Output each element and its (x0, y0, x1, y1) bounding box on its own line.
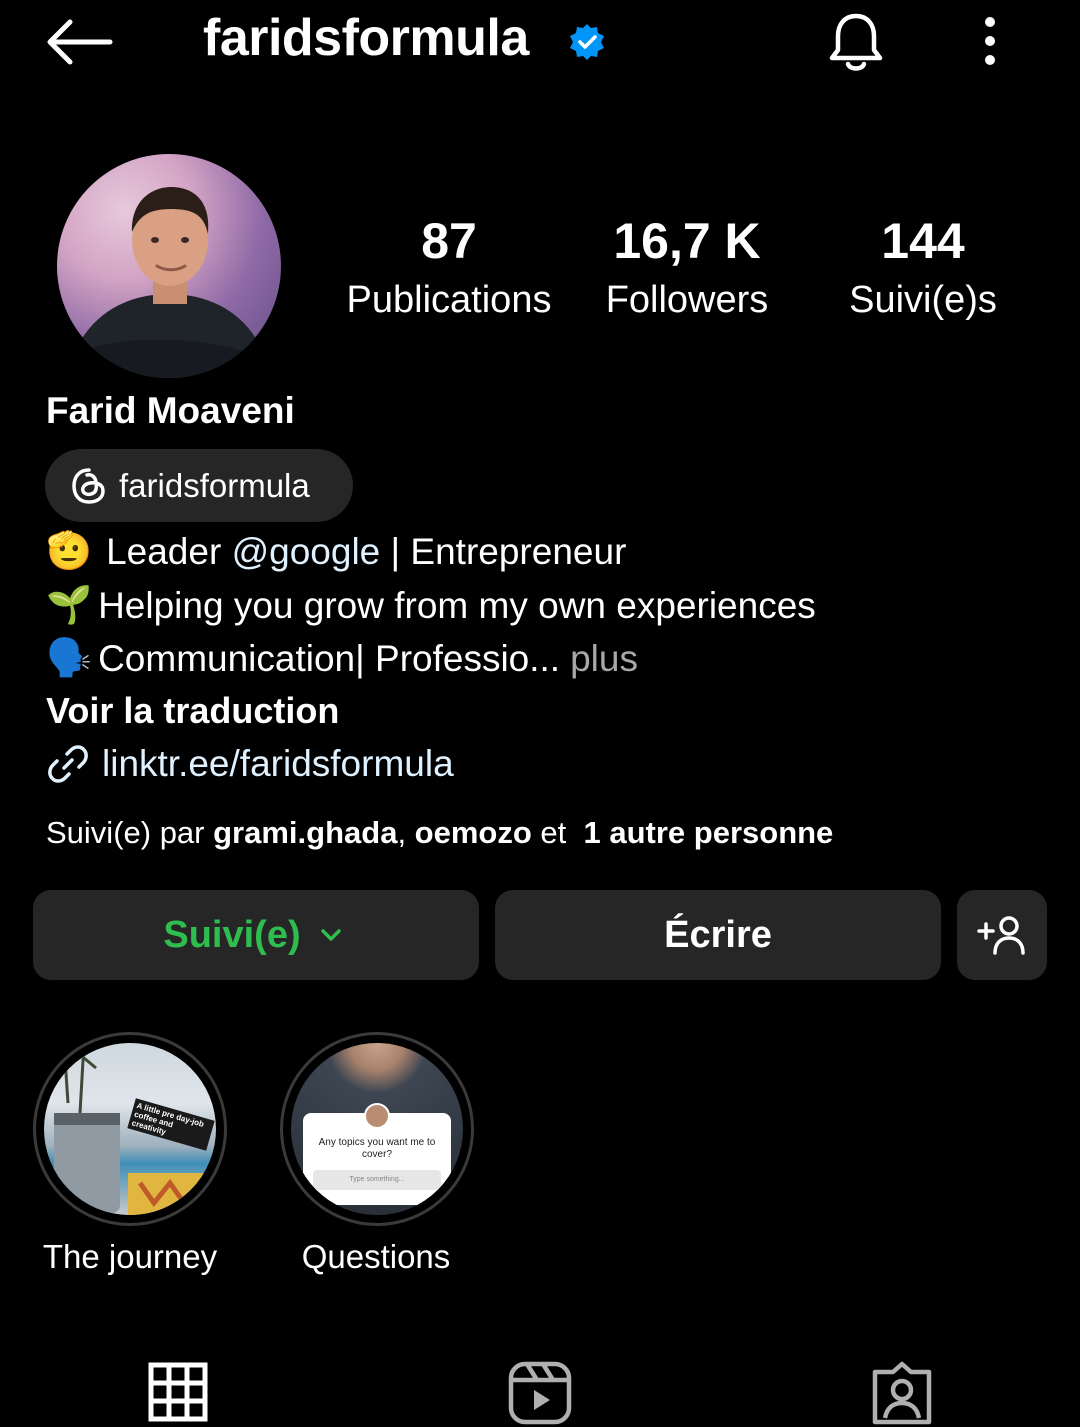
question-sticker-text: Any topics you want me to cover? (318, 1137, 436, 1160)
bell-icon (829, 13, 883, 71)
following-button-label: Suivi(e) (163, 913, 301, 956)
stat-following[interactable]: 144 Suivi(e)s (803, 212, 1043, 322)
bio-line-2: 🌱 Helping you grow from my own experienc… (46, 584, 816, 627)
following-label: Suivi(e)s (849, 279, 997, 321)
highlight-label-the-journey: The journey (42, 1238, 218, 1275)
profile-link-text: linktr.ee/faridsformula (102, 743, 454, 784)
posts-count: 87 (421, 213, 477, 269)
highlight-label-questions: Questions (301, 1238, 451, 1275)
tab-reels[interactable] (507, 1360, 573, 1426)
threads-badge[interactable]: faridsformula (45, 449, 353, 522)
bio-line-3: 🗣️ Communication| Professio... plus (46, 637, 638, 680)
suggested-users-button[interactable] (957, 890, 1047, 980)
profile-link[interactable]: linktr.ee/faridsformula (46, 742, 454, 786)
stat-followers[interactable]: 16,7 K Followers (567, 212, 807, 322)
link-icon (48, 745, 88, 783)
tab-tagged[interactable] (869, 1360, 935, 1426)
reels-icon (508, 1361, 572, 1425)
bio-mention-link[interactable]: @google (232, 531, 381, 573)
chevron-down-icon (320, 929, 341, 941)
bio-line-1-text-b: | Entrepreneur (380, 530, 627, 572)
stat-posts[interactable]: 87 Publications (329, 212, 569, 322)
following-button[interactable]: Suivi(e) (33, 890, 479, 980)
more-options-button[interactable] (970, 12, 1010, 72)
profile-username: faridsformula (203, 9, 529, 67)
seedling-emoji: 🌱 (46, 584, 93, 625)
bio-line-1-text-a: Leader (106, 530, 232, 572)
notifications-button[interactable] (822, 8, 890, 76)
bio-line-2-text: Helping you grow from my own experiences (98, 584, 816, 626)
followed-by-sep: , (397, 815, 415, 850)
bio-line-3-text: Communication| Professio... (98, 637, 561, 679)
following-count: 144 (881, 213, 965, 269)
question-sticker-input: Type something... (313, 1170, 441, 1190)
add-user-icon (977, 916, 1025, 955)
bio-line-1: 🫡 Leader @google | Entrepreneur (46, 530, 626, 573)
mutual-others: 1 autre personne (583, 815, 834, 850)
back-button[interactable] (40, 12, 120, 72)
saluting-face-emoji: 🫡 (46, 530, 93, 571)
back-arrow-icon (47, 19, 113, 65)
followed-by-prefix: Suivi(e) par (46, 815, 214, 850)
grid-icon (148, 1362, 208, 1422)
tagged-user-icon (872, 1361, 932, 1425)
highlight-questions[interactable]: Any topics you want me to cover? Type so… (280, 1032, 474, 1226)
verified-badge-icon (567, 22, 607, 62)
threads-handle: faridsformula (119, 466, 310, 504)
speaking-head-emoji: 🗣️ (46, 637, 93, 678)
posts-label: Publications (346, 279, 552, 321)
message-button[interactable]: Écrire (495, 890, 941, 980)
highlight-the-journey[interactable]: A little pre day-job coffee and creativi… (33, 1032, 227, 1226)
mutual-follower-1: grami.ghada (213, 815, 398, 850)
followed-by-and: et (531, 815, 584, 850)
mutual-follower-2: oemozo (414, 815, 532, 850)
profile-avatar[interactable] (57, 154, 281, 378)
display-name: Farid Moaveni (46, 390, 295, 431)
followers-label: Followers (605, 279, 769, 321)
see-translation-link[interactable]: Voir la traduction (46, 690, 339, 732)
followed-by-text[interactable]: Suivi(e) par grami.ghada, oemozo et 1 au… (46, 815, 833, 851)
threads-icon (72, 467, 105, 504)
message-button-label: Écrire (664, 913, 772, 956)
followers-count: 16,7 K (613, 213, 761, 269)
tab-posts-grid[interactable] (148, 1362, 208, 1422)
more-vertical-icon (985, 17, 995, 65)
highlight-cover-questions: Any topics you want me to cover? Type so… (291, 1043, 463, 1215)
highlight-cover-the-journey: A little pre day-job coffee and creativi… (44, 1043, 216, 1215)
bio-more-link[interactable]: plus (570, 638, 638, 680)
